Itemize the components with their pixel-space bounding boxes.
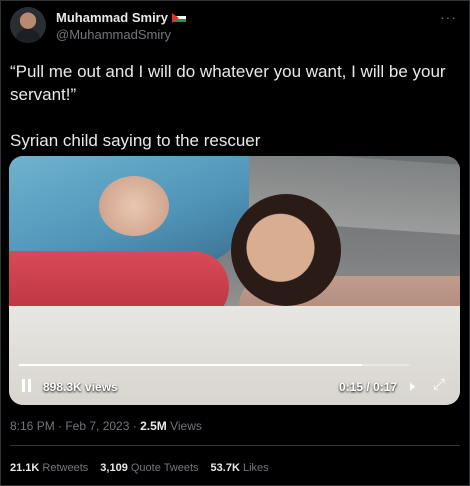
author-row: Muhammad Smiry xyxy=(56,10,186,25)
tweet-meta: 8:16 PM · Feb 7, 2023 · 2.5M Views xyxy=(10,419,202,433)
views-count: 2.5M xyxy=(140,419,167,433)
views-label: Views xyxy=(166,419,202,433)
volume-icon[interactable]: 🕨 xyxy=(406,378,415,395)
video-frame-child xyxy=(231,194,341,306)
tweet-text: “Pull me out and I will do whatever you … xyxy=(10,60,460,152)
tweet-quote: “Pull me out and I will do whatever you … xyxy=(10,62,446,104)
quotes-count: 3,109 xyxy=(100,462,128,474)
retweets-count: 21.1K xyxy=(10,462,40,474)
video-time: 0:15 / 0:17 xyxy=(339,380,398,394)
video-frame-baby xyxy=(99,176,169,236)
video-progress-bar[interactable] xyxy=(19,364,409,366)
divider xyxy=(10,445,460,446)
pause-icon[interactable] xyxy=(22,379,32,392)
likes-stat[interactable]: 53.7K Likes xyxy=(211,462,269,474)
timestamp[interactable]: 8:16 PM · Feb 7, 2023 · xyxy=(10,419,140,433)
fullscreen-icon[interactable]: ⤢ xyxy=(433,376,445,393)
more-icon[interactable]: ··· xyxy=(440,9,457,25)
video-controls: 898.3K views 0:15 / 0:17 🕨 ⤢ xyxy=(9,371,460,405)
palestine-flag-icon xyxy=(171,12,186,23)
author-name[interactable]: Muhammad Smiry xyxy=(56,10,168,25)
avatar[interactable] xyxy=(10,7,46,43)
video-player[interactable] xyxy=(9,156,460,405)
likes-label: Likes xyxy=(242,462,269,474)
author-handle[interactable]: @MuhammadSmiry xyxy=(56,27,171,42)
quotes-stat[interactable]: 3,109 Quote Tweets xyxy=(100,462,198,474)
retweets-label: Retweets xyxy=(42,462,89,474)
tweet-caption: Syrian child saying to the rescuer xyxy=(10,131,261,150)
video-views: 898.3K views xyxy=(43,380,118,394)
likes-count: 53.7K xyxy=(210,462,240,474)
tweet-card: Muhammad Smiry @MuhammadSmiry ··· “Pull … xyxy=(0,0,470,486)
video-progress-fill xyxy=(19,364,363,366)
retweets-stat[interactable]: 21.1K Retweets xyxy=(10,462,88,474)
quotes-label: Quote Tweets xyxy=(130,462,199,474)
tweet-stats: 21.1K Retweets 3,109 Quote Tweets 53.7K … xyxy=(10,462,269,474)
